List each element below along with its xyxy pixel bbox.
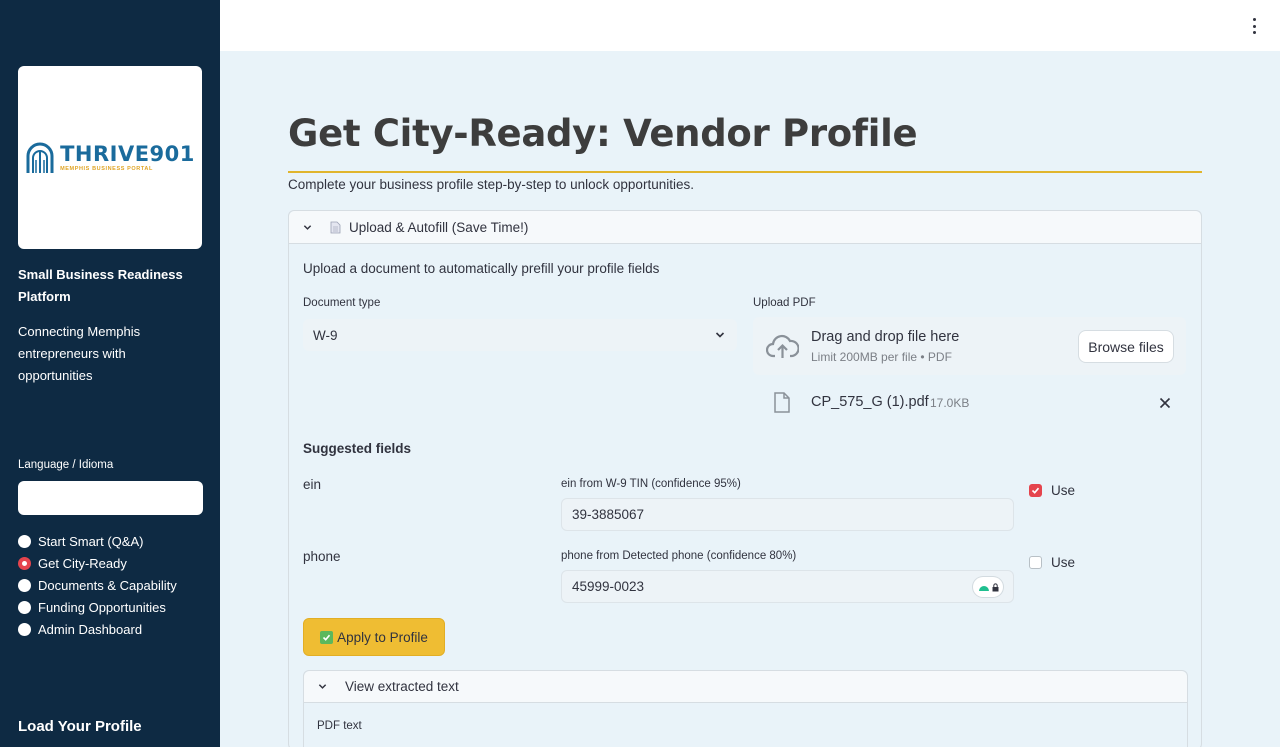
document-type-label: Document type xyxy=(303,297,381,309)
chevron-down-icon xyxy=(318,684,327,689)
checkmark-icon xyxy=(1031,487,1040,494)
nav-item-get-city-ready[interactable]: Get City-Ready xyxy=(18,552,177,574)
nav-item-label: Get City-Ready xyxy=(38,555,127,571)
page-title: Get City-Ready: Vendor Profile xyxy=(288,112,918,155)
logo-tagline: MEMPHIS BUSINESS PORTAL xyxy=(60,166,153,172)
upload-description: Upload a document to automatically prefi… xyxy=(303,261,660,276)
uploaded-file-size: 17.0KB xyxy=(930,396,970,410)
language-input[interactable] xyxy=(18,481,203,515)
dropzone-limit: Limit 200MB per file • PDF xyxy=(811,350,952,364)
nav-item-label: Funding Opportunities xyxy=(38,599,166,615)
use-phone-checkbox[interactable] xyxy=(1029,556,1042,569)
use-ein-checkbox[interactable] xyxy=(1029,484,1042,497)
top-header xyxy=(220,0,1280,51)
extracted-text-expander: View extracted text xyxy=(303,670,1188,747)
uploaded-file-name: CP_575_G (1).pdf xyxy=(811,394,929,410)
arch-logo-icon xyxy=(26,142,54,173)
page-icon xyxy=(330,221,341,233)
extracted-text-toggle[interactable]: View extracted text xyxy=(304,671,1187,703)
field-name-phone: phone xyxy=(303,549,341,564)
document-type-select[interactable]: W-9 xyxy=(303,319,737,351)
field-source-phone: phone from Detected phone (confidence 80… xyxy=(561,550,797,562)
check-mark-icon xyxy=(320,630,334,644)
radio-icon xyxy=(18,534,31,548)
upload-autofill-expander: Upload & Autofill (Save Time!) xyxy=(288,210,1202,747)
load-profile-heading: Load Your Profile xyxy=(18,718,142,735)
ein-value: 39-3885067 xyxy=(572,507,645,522)
nav-item-start-smart[interactable]: Start Smart (Q&A) xyxy=(18,530,177,552)
file-icon xyxy=(774,392,790,413)
nav-item-label: Documents & Capability xyxy=(38,577,177,593)
radio-icon xyxy=(18,578,31,592)
page-subtitle: Complete your business profile step-by-s… xyxy=(288,177,694,192)
use-ein-label: Use xyxy=(1051,483,1076,498)
expander-label: Upload & Autofill (Save Time!) xyxy=(349,219,529,235)
radio-icon xyxy=(18,600,31,614)
nav-item-documents-capability[interactable]: Documents & Capability xyxy=(18,574,177,596)
sidebar: THRIVE901 MEMPHIS BUSINESS PORTAL Small … xyxy=(0,0,220,747)
password-manager-icon[interactable] xyxy=(973,577,1003,597)
nav-item-label: Start Smart (Q&A) xyxy=(38,533,144,549)
main-menu-icon[interactable] xyxy=(1250,18,1258,34)
platform-description: Connecting Memphis entrepreneurs with op… xyxy=(18,324,141,383)
expander-label: View extracted text xyxy=(345,679,459,694)
chevron-down-icon xyxy=(715,332,725,338)
nav-item-admin-dashboard[interactable]: Admin Dashboard xyxy=(18,618,177,640)
cloud-upload-icon xyxy=(766,334,799,358)
phone-input[interactable]: 45999-0023 xyxy=(561,570,1014,603)
upload-autofill-toggle[interactable]: Upload & Autofill (Save Time!) xyxy=(289,211,1201,244)
logo-card: THRIVE901 MEMPHIS BUSINESS PORTAL xyxy=(18,66,202,249)
sidebar-nav: Start Smart (Q&A) Get City-Ready Documen… xyxy=(18,530,177,640)
nav-item-funding-opportunities[interactable]: Funding Opportunities xyxy=(18,596,177,618)
suggested-fields-heading: Suggested fields xyxy=(303,441,412,456)
radio-icon xyxy=(18,622,31,636)
platform-title: Small Business Readiness Platform xyxy=(18,267,183,304)
nav-item-label: Admin Dashboard xyxy=(38,621,143,637)
language-label: Language / Idioma xyxy=(18,459,114,471)
chevron-down-icon xyxy=(303,224,312,230)
field-name-ein: ein xyxy=(303,477,322,492)
use-phone-label: Use xyxy=(1051,555,1076,570)
field-source-ein: ein from W-9 TIN (confidence 95%) xyxy=(561,478,741,490)
title-divider xyxy=(288,171,1202,173)
browse-files-button[interactable]: Browse files xyxy=(1078,330,1174,363)
apply-button-label: Apply to Profile xyxy=(337,629,428,645)
logo-wordmark: THRIVE901 xyxy=(60,142,195,166)
dropzone-title: Drag and drop file here xyxy=(811,329,960,345)
phone-value: 45999-0023 xyxy=(572,579,645,594)
document-type-value: W-9 xyxy=(313,327,338,343)
thrive901-logo: THRIVE901 MEMPHIS BUSINESS PORTAL xyxy=(25,142,195,174)
apply-to-profile-button[interactable]: Apply to Profile xyxy=(303,618,445,656)
upload-pdf-label: Upload PDF xyxy=(753,297,816,309)
pdf-text-label: PDF text xyxy=(317,720,362,732)
ein-input[interactable]: 39-3885067 xyxy=(561,498,1014,531)
close-icon[interactable] xyxy=(1159,397,1171,409)
radio-selected-icon xyxy=(18,556,31,570)
